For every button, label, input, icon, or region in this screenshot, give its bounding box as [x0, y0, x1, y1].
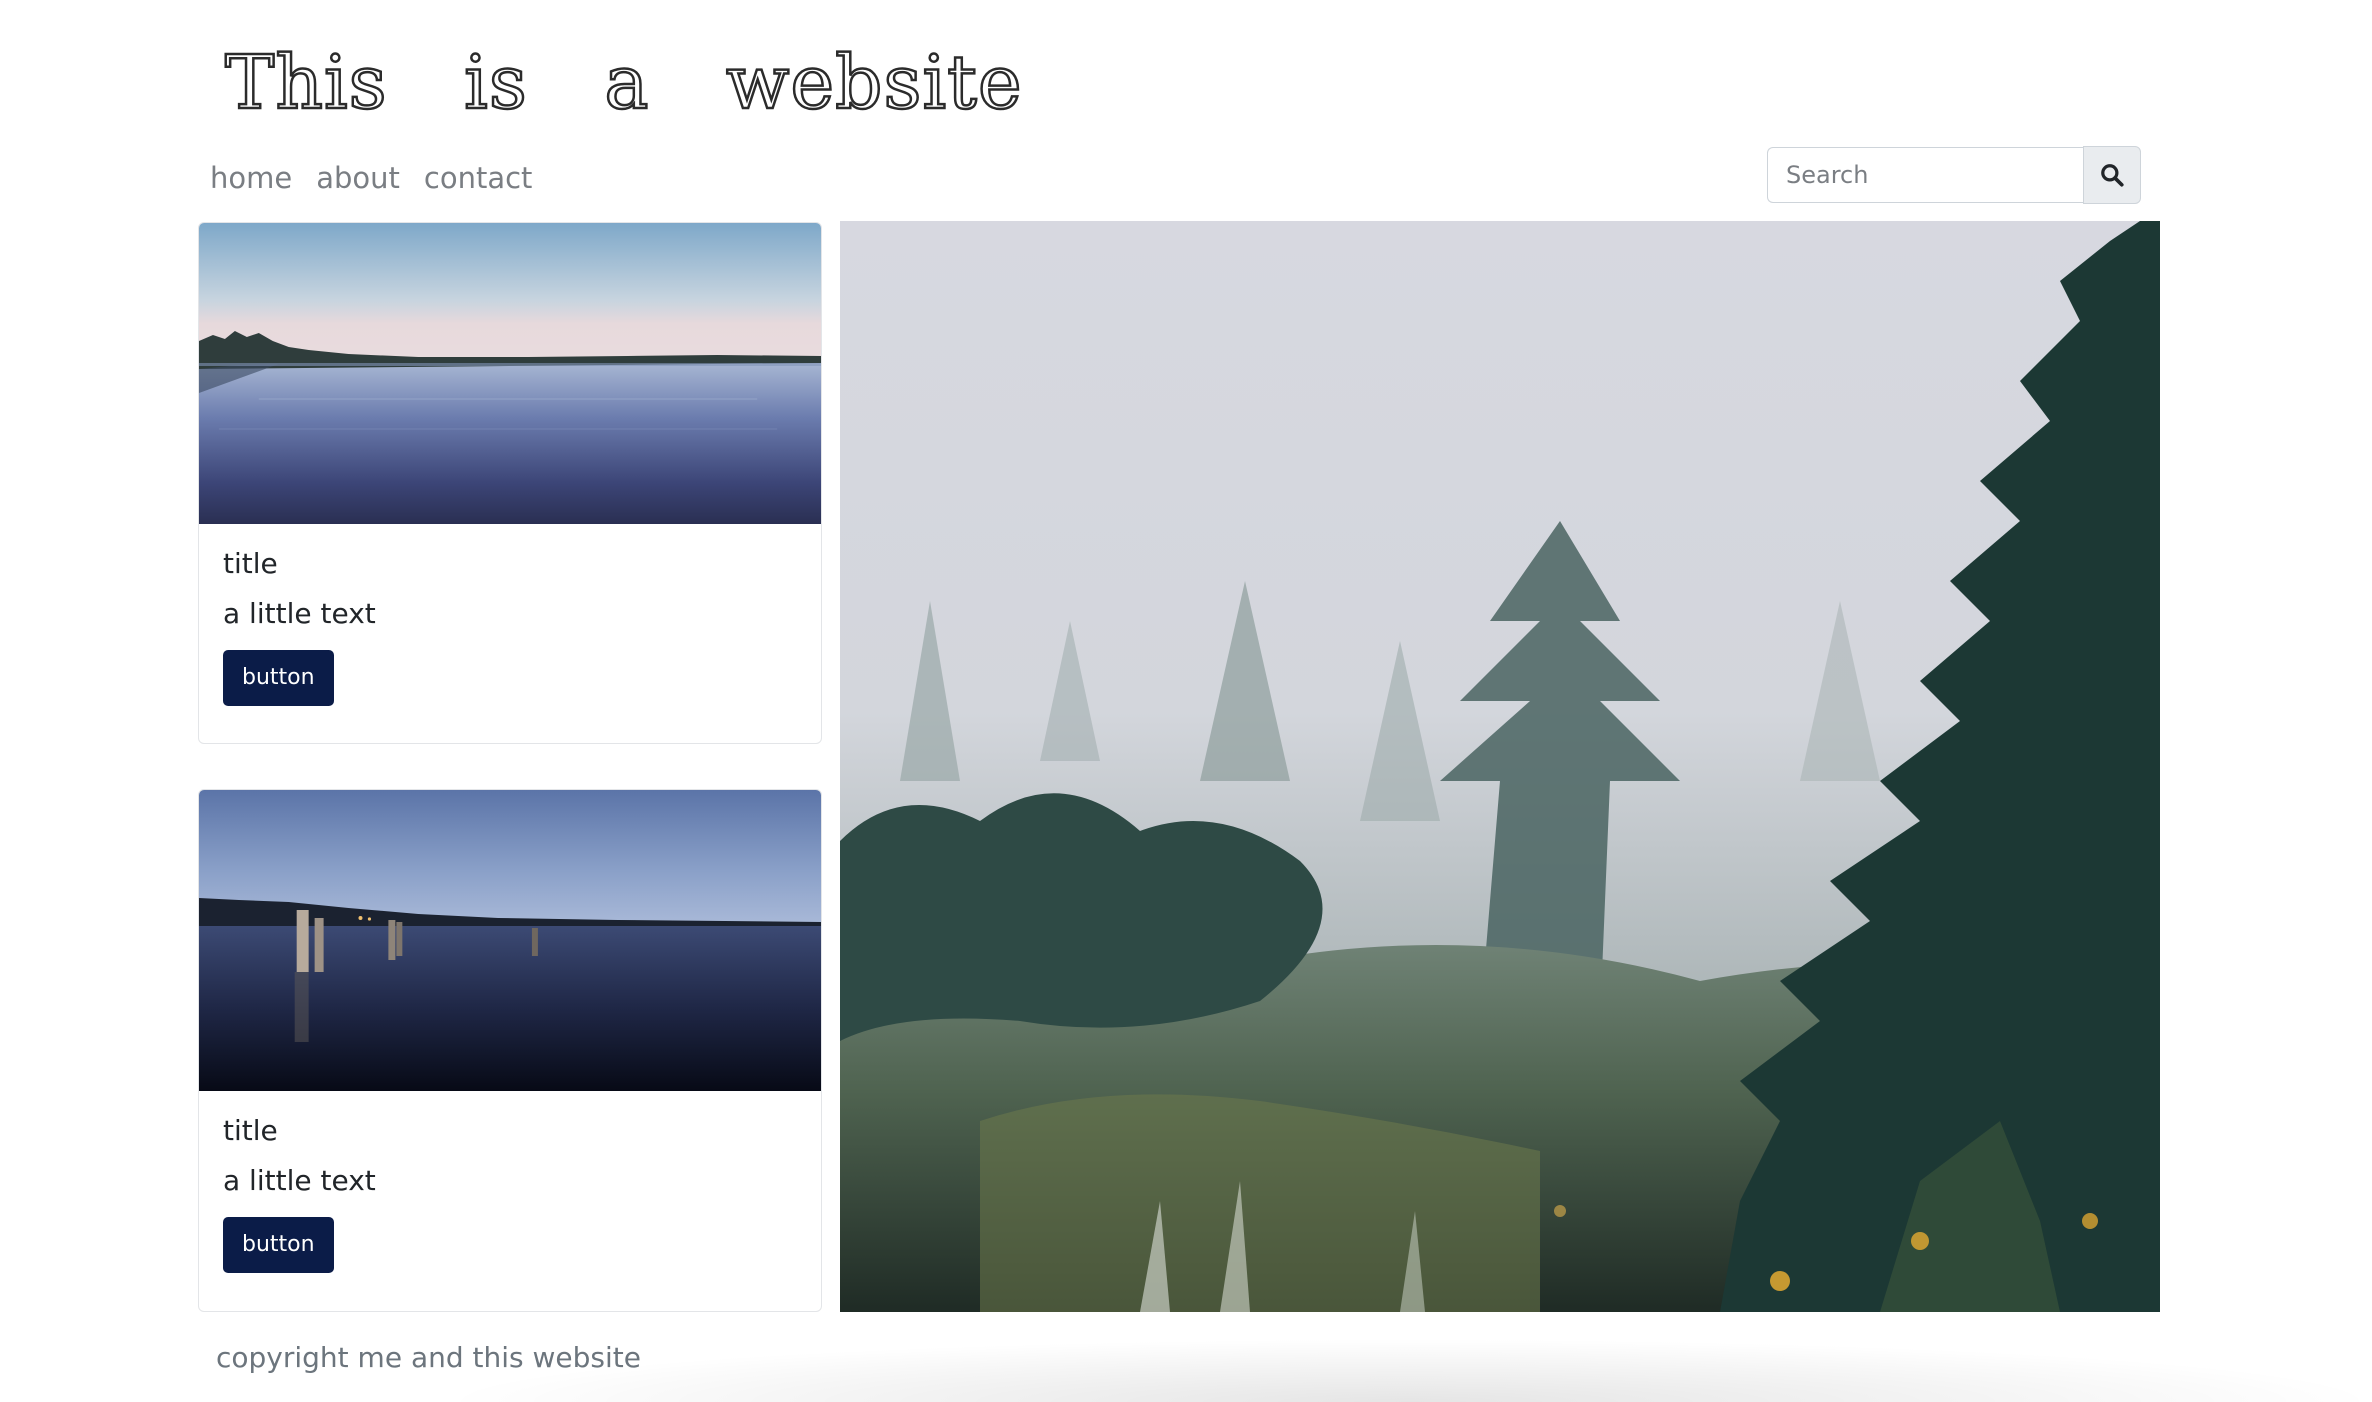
nav-link-about[interactable]: about — [316, 161, 400, 195]
card-text: a little text — [223, 597, 376, 630]
search-button[interactable] — [2083, 146, 2141, 204]
card-text: a little text — [223, 1164, 376, 1197]
card-body: title a little text button — [199, 1091, 821, 1273]
main-nav: home about contact — [198, 150, 544, 206]
card-button[interactable]: button — [223, 650, 334, 706]
footer-shadow — [460, 1340, 2360, 1402]
search-icon — [2101, 164, 2124, 187]
card-image-lake-dusk — [199, 223, 821, 524]
card-body: title a little text button — [199, 524, 821, 706]
search-input[interactable] — [1767, 147, 2083, 203]
search-form — [1767, 146, 2141, 205]
card: title a little text button — [198, 222, 822, 744]
card-image-lake-night — [199, 790, 821, 1091]
card: title a little text button — [198, 789, 822, 1312]
hero-image-foggy-forest — [840, 221, 2160, 1312]
site-title: This is a website — [224, 39, 1023, 128]
page: This is a website home about contact Sea… — [0, 0, 2372, 1402]
nav-link-contact[interactable]: contact — [424, 161, 533, 195]
footer-copyright: copyright me and this website — [216, 1341, 642, 1374]
card-button[interactable]: button — [223, 1217, 334, 1273]
card-title: title — [223, 1114, 278, 1147]
card-title: title — [223, 547, 278, 580]
nav-link-home[interactable]: home — [210, 161, 292, 195]
